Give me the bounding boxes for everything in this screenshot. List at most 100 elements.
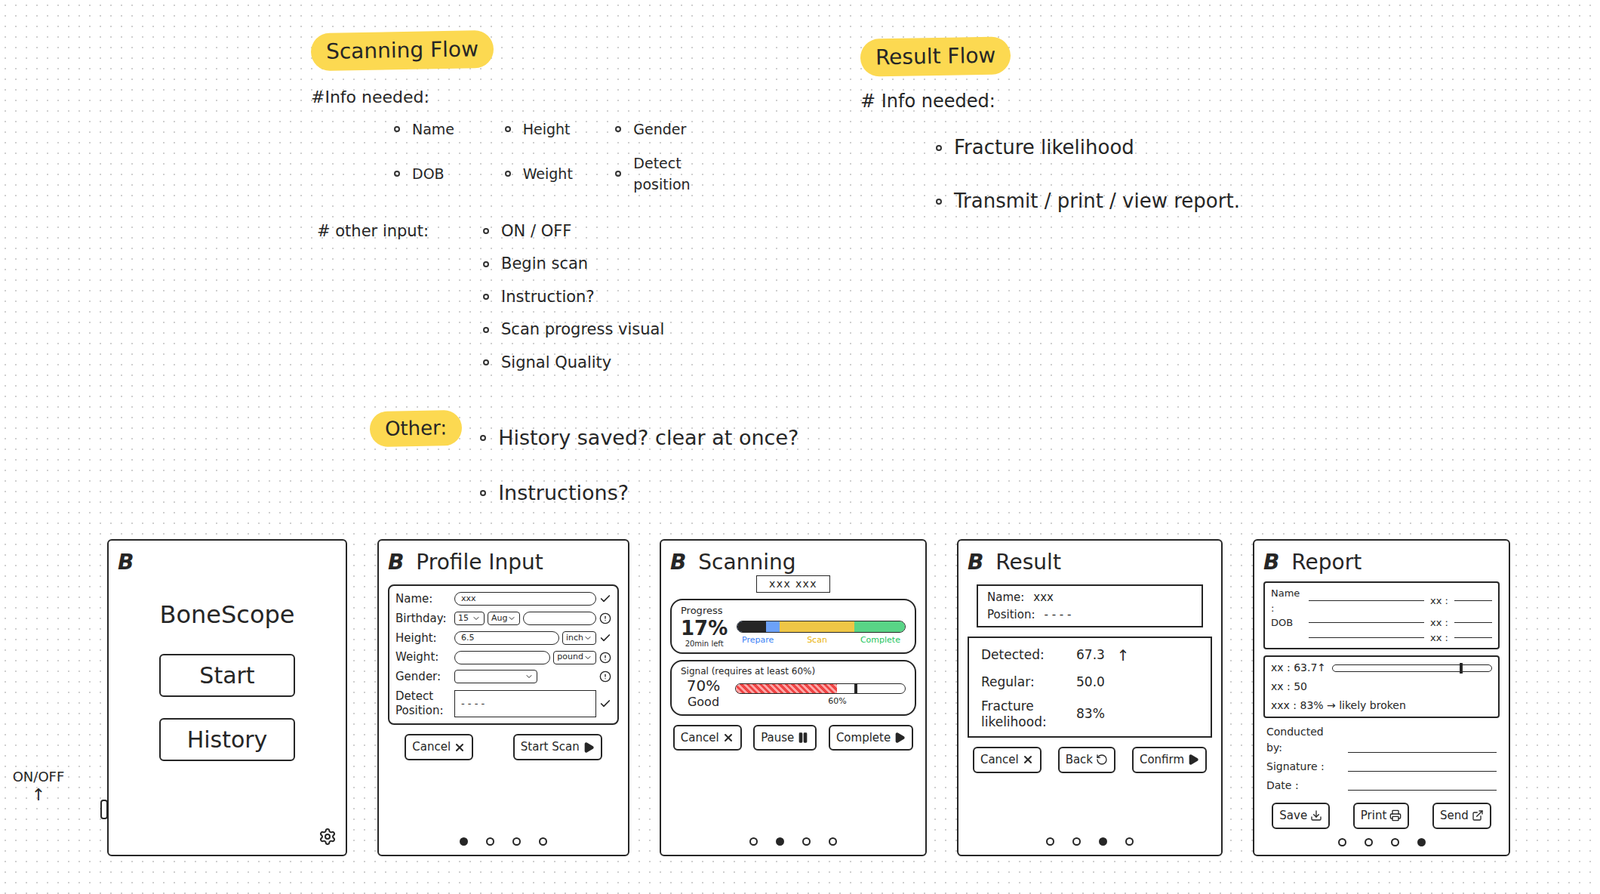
select-field[interactable]: pound: [553, 650, 597, 665]
page-dots: [387, 827, 619, 846]
threshold-label: 60%: [827, 695, 847, 708]
field-label: Birthday:: [395, 611, 452, 626]
bullet-icon: [504, 170, 511, 177]
select-field[interactable]: [454, 669, 538, 684]
screen-title: Scanning: [698, 546, 796, 579]
bullet-icon: [393, 126, 400, 133]
report-results: xx : 63.7↑xx : 50xxx : 83% → likely brok…: [1263, 655, 1500, 718]
sketch-canvas: Scanning Flow#Info needed:NameHeightGend…: [0, 0, 1600, 894]
button-row: Cancel Back Confirm: [967, 746, 1213, 773]
select-field[interactable]: 15: [454, 611, 485, 625]
button-row: Cancel Start Scan: [387, 733, 619, 760]
select-field[interactable]: Aug: [487, 611, 520, 625]
note-item: Detect position: [615, 152, 727, 196]
text-field[interactable]: 6.5: [454, 630, 560, 645]
signal-marker: [854, 683, 858, 693]
select-field[interactable]: inch: [562, 630, 597, 645]
bullet-icon: [935, 144, 942, 151]
bullet-icon: [483, 359, 490, 366]
field-label: Detect Position:: [395, 689, 452, 718]
page-dots: [967, 827, 1213, 846]
bullet-icon: [480, 489, 487, 496]
form-row: Weight: pound: [395, 649, 612, 665]
button-row: Cancel Pause Complete: [670, 724, 917, 751]
note-item: Transmit / print / view report.: [935, 186, 1240, 216]
text-field[interactable]: [523, 611, 597, 625]
page-dot[interactable]: [1390, 837, 1400, 847]
x-icon: [722, 731, 735, 744]
page-dot[interactable]: [486, 836, 495, 846]
page-dot[interactable]: [459, 836, 468, 846]
play-icon: [582, 741, 595, 754]
metrics-box: Detected:67.3↑Regular:50.0Fracture likel…: [967, 636, 1213, 738]
settings-icon[interactable]: [318, 827, 337, 846]
power-button[interactable]: [100, 799, 108, 819]
home-button[interactable]: Start: [159, 653, 296, 697]
action-button[interactable]: Confirm: [1132, 746, 1207, 773]
text-field[interactable]: xxx: [454, 591, 597, 606]
power-label: ON/OFF↑: [0, 538, 77, 856]
chevron-icon: [583, 633, 593, 643]
page-dot[interactable]: [1046, 836, 1055, 846]
warning-icon: [599, 670, 612, 683]
action-button[interactable]: Save: [1271, 802, 1330, 829]
home-button[interactable]: History: [159, 717, 296, 761]
other-notes: Other:History saved? clear at once?Instr…: [369, 410, 861, 508]
notes-area: Scanning Flow#Info needed:NameHeightGend…: [0, 0, 1600, 529]
action-button[interactable]: Send: [1432, 802, 1492, 829]
button-row: Save Print Send: [1263, 802, 1500, 829]
note-item: Begin scan: [483, 252, 665, 277]
progress-card: Progress17%20min leftPrepareScanComplete: [670, 598, 917, 654]
play-icon: [893, 731, 906, 744]
page-dot[interactable]: [802, 836, 811, 846]
textarea-field[interactable]: - - - -: [454, 689, 597, 717]
send-icon: [1471, 809, 1484, 822]
action-button[interactable]: Cancel: [404, 733, 474, 760]
device-screen: BReportName :xx :DOBxx :xx :xx : 63.7↑xx…: [1252, 538, 1511, 856]
bullet-icon: [483, 227, 490, 234]
page-dot[interactable]: [538, 836, 548, 846]
bullet-icon: [504, 126, 511, 133]
chevron-icon: [507, 613, 517, 623]
metric-row: Regular:50.0: [981, 672, 1199, 693]
section-heading: Result Flow: [860, 36, 1012, 77]
bullet-icon: [393, 170, 400, 177]
signal-card: Signal (requires at least 60%)70%Good60%: [670, 659, 917, 716]
page-dot[interactable]: [1417, 837, 1426, 847]
bullet-icon: [483, 261, 490, 268]
action-button[interactable]: Cancel: [972, 746, 1042, 773]
field-label: Weight:: [395, 649, 452, 665]
logo: B: [967, 546, 984, 579]
screens-row: ON/OFF↑BBoneScopeStartHistoryBProfile In…: [0, 528, 1600, 856]
page-dot[interactable]: [1125, 836, 1134, 846]
action-button[interactable]: Print: [1353, 802, 1410, 829]
metric-row: Detected:67.3↑: [981, 643, 1199, 667]
page-dot[interactable]: [749, 836, 758, 846]
action-button[interactable]: Cancel: [673, 724, 742, 751]
result-notes: Result Flow# Info needed:Fracture likeli…: [860, 37, 1240, 529]
bullet-icon: [483, 293, 490, 300]
chevron-icon: [583, 652, 593, 662]
action-button[interactable]: Start Scan: [513, 733, 603, 760]
page-dot[interactable]: [512, 836, 521, 846]
stage-label: Complete: [855, 633, 906, 647]
text-field[interactable]: [454, 650, 551, 665]
action-button[interactable]: Complete: [828, 724, 914, 751]
note-item: Fracture likelihood: [935, 132, 1240, 163]
signal-reading: 70%: [686, 677, 720, 693]
note-item: History saved? clear at once?: [480, 422, 799, 454]
screen-title: Result: [995, 546, 1062, 579]
page-dot[interactable]: [828, 836, 837, 846]
action-button[interactable]: Pause: [753, 724, 817, 751]
page-dot[interactable]: [775, 836, 785, 846]
page-dot[interactable]: [1098, 836, 1108, 846]
note-item: ON / OFF: [483, 219, 665, 244]
action-button[interactable]: Back: [1058, 746, 1116, 773]
page-dot[interactable]: [1364, 837, 1373, 847]
page-dot[interactable]: [1072, 836, 1081, 846]
page-dot[interactable]: [1338, 837, 1347, 847]
form-row: Birthday:15Aug: [395, 611, 612, 626]
x-icon: [1021, 753, 1034, 766]
warning-icon: [599, 651, 612, 664]
signal-bar: [735, 683, 906, 694]
